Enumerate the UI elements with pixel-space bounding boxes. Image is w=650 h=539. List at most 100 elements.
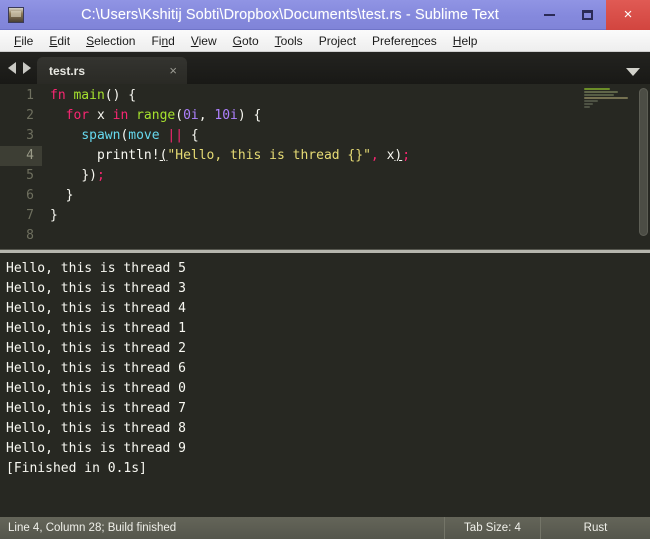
tab-bar: test.rs ×	[0, 52, 650, 84]
line-number: 1	[26, 88, 34, 103]
status-message: Line 4, Column 28; Build finished	[8, 522, 177, 534]
code-token: ||	[167, 128, 184, 143]
status-tab-size[interactable]: Tab Size: 4	[444, 517, 540, 539]
code-token: ;	[96, 168, 105, 183]
build-output-panel[interactable]: Hello, this is thread 5 Hello, this is th…	[0, 253, 650, 500]
code-line[interactable]: }	[50, 206, 650, 226]
code-token: for	[65, 108, 90, 123]
code-token: }	[65, 188, 74, 203]
line-number: 6	[26, 188, 34, 203]
code-editor[interactable]: 12345678 fn main() { for x in range(0i, …	[0, 84, 650, 249]
editor-scrollbar[interactable]	[639, 88, 648, 240]
window-controls: ×	[530, 0, 650, 30]
code-line[interactable]: for x in range(0i, 10i) {	[50, 106, 650, 126]
maximize-button[interactable]	[568, 0, 606, 30]
menu-item-help[interactable]: Help	[445, 32, 486, 50]
code-token: 10i	[214, 108, 238, 123]
tab-label: test.rs	[49, 63, 86, 78]
line-number: 5	[26, 168, 34, 183]
line-number: 7	[26, 208, 34, 223]
code-content[interactable]: fn main() { for x in range(0i, 10i) { sp…	[42, 84, 650, 249]
line-number: 3	[26, 128, 34, 143]
code-token: })	[81, 168, 97, 183]
minimize-button[interactable]	[530, 0, 568, 30]
console-output-line: Hello, this is thread 3	[6, 281, 187, 296]
tab-test-rs[interactable]: test.rs ×	[37, 57, 187, 84]
window-title-bar: C:\Users\Kshitij Sobti\Dropbox\Documents…	[0, 0, 650, 30]
menu-item-file[interactable]: File	[6, 32, 41, 50]
menu-bar: File Edit Selection Find View Goto Tools Projec…	[0, 30, 650, 52]
line-number: 8	[26, 228, 34, 243]
console-output-line: [Finished in 0.1s]	[6, 461, 147, 476]
code-line[interactable]: fn main() {	[50, 86, 650, 106]
tab-close-icon[interactable]: ×	[167, 64, 179, 77]
code-line[interactable]	[50, 226, 650, 246]
code-line[interactable]: });	[50, 166, 650, 186]
minimize-icon	[543, 13, 555, 16]
menu-item-project[interactable]: Project	[311, 32, 364, 50]
console-output-line: Hello, this is thread 0	[6, 381, 187, 396]
status-syntax[interactable]: Rust	[540, 517, 650, 539]
chevron-down-icon[interactable]	[626, 68, 640, 76]
code-line[interactable]: println!("Hello, this is thread {}", x);	[50, 146, 650, 166]
code-token: ,	[370, 148, 379, 163]
status-bar: Line 4, Column 28; Build finished Tab Si…	[0, 517, 650, 539]
line-number: 4	[0, 146, 42, 166]
console-output-line: Hello, this is thread 7	[6, 401, 187, 416]
app-icon	[8, 6, 24, 23]
code-token: main	[73, 88, 105, 103]
menu-item-find[interactable]: Find	[143, 32, 182, 50]
editor-scrollbar-thumb[interactable]	[639, 88, 648, 236]
code-line[interactable]: spawn(move || {	[50, 126, 650, 146]
sublime-text-window: C:\Users\Kshitij Sobti\Dropbox\Documents…	[0, 0, 650, 539]
code-token: x	[96, 108, 105, 123]
code-token: "Hello, this is thread {}"	[167, 148, 371, 163]
code-token: in	[112, 108, 129, 123]
console-output-line: Hello, this is thread 1	[6, 321, 187, 336]
tab-next-icon[interactable]	[23, 62, 31, 74]
menu-item-preferences[interactable]: Preferences	[364, 32, 445, 50]
menu-item-goto[interactable]: Goto	[225, 32, 267, 50]
window-title: C:\Users\Kshitij Sobti\Dropbox\Documents…	[81, 6, 499, 23]
line-number: 2	[26, 108, 34, 123]
maximize-icon	[581, 9, 593, 20]
code-token: spawn	[81, 128, 121, 143]
code-token: () {	[104, 88, 137, 103]
menu-item-tools[interactable]: Tools	[267, 32, 311, 50]
console-output-line: Hello, this is thread 2	[6, 341, 187, 356]
console-output-line: Hello, this is thread 5	[6, 261, 187, 276]
code-token: }	[50, 208, 58, 223]
close-button[interactable]: ×	[606, 0, 650, 30]
console-output-line: Hello, this is thread 8	[6, 421, 187, 436]
tab-prev-icon[interactable]	[8, 62, 16, 74]
line-number-gutter: 1 2 3 4 5 6 7 8	[0, 84, 42, 249]
code-token: (	[175, 108, 184, 123]
menu-item-edit[interactable]: Edit	[41, 32, 78, 50]
code-token: range	[136, 108, 176, 123]
close-icon: ×	[623, 6, 633, 23]
code-token: ) {	[237, 108, 262, 123]
code-line[interactable]: }	[50, 186, 650, 206]
code-token: 0i	[183, 108, 199, 123]
code-token: println!	[96, 148, 160, 163]
code-token: fn	[50, 88, 66, 103]
console-output-line: Hello, this is thread 9	[6, 441, 187, 456]
code-token: move	[128, 128, 160, 143]
tab-nav-arrows	[0, 52, 37, 84]
console-output-line: Hello, this is thread 4	[6, 301, 187, 316]
menu-item-view[interactable]: View	[183, 32, 225, 50]
code-token: ;	[402, 148, 411, 163]
code-token: ,	[198, 108, 215, 123]
console-output-line: Hello, this is thread 6	[6, 361, 187, 376]
menu-item-selection[interactable]: Selection	[78, 32, 143, 50]
code-token: {	[183, 128, 199, 143]
